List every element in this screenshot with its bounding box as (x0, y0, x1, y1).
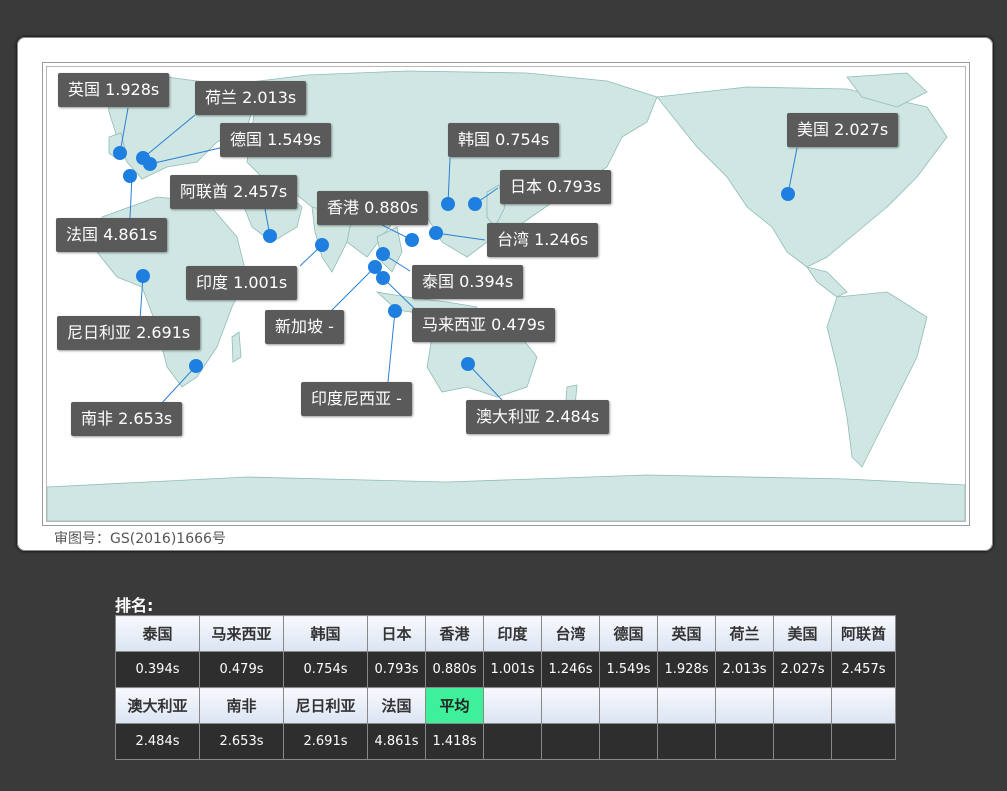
ranking-empty-cell (773, 723, 832, 760)
map-point[interactable] (468, 197, 482, 211)
ranking-empty-cell (831, 723, 896, 760)
ranking-country-cell: 香港 (425, 615, 484, 652)
ranking-country-cell: 日本 (367, 615, 426, 652)
ranking-country-cell: 南非 (199, 687, 284, 724)
ranking-time-cell: 0.394s (115, 651, 200, 688)
label-uk[interactable]: 英国 1.928s (58, 73, 170, 107)
ranking-time-cell: 2.653s (199, 723, 284, 760)
ranking-empty-cell (715, 723, 774, 760)
ranking-time-cell: 0.479s (199, 651, 284, 688)
ranking-row-names-2: 澳大利亚 南非 尼日利亚 法国 平均 (115, 687, 896, 724)
label-hong-kong[interactable]: 香港 0.880s (317, 191, 429, 225)
ranking-row-times-2: 2.484s 2.653s 2.691s 4.861s 1.418s (115, 723, 896, 760)
ranking-country-cell: 平均 (425, 687, 484, 724)
map-point[interactable] (113, 146, 127, 160)
label-france[interactable]: 法国 4.861s (56, 218, 168, 252)
ranking-country-cell: 韩国 (283, 615, 368, 652)
label-australia[interactable]: 澳大利亚 2.484s (466, 400, 610, 434)
map-point[interactable] (136, 269, 150, 283)
ranking-empty-cell (483, 723, 542, 760)
ranking-time-cell: 2.027s (773, 651, 832, 688)
label-malaysia[interactable]: 马来西亚 0.479s (412, 308, 556, 342)
map-point[interactable] (429, 226, 443, 240)
map-point[interactable] (143, 157, 157, 171)
ranking-country-cell: 泰国 (115, 615, 200, 652)
ranking-empty-cell (541, 687, 600, 724)
label-usa[interactable]: 美国 2.027s (787, 113, 899, 147)
ranking-title: 排名: (115, 596, 154, 615)
ranking-time-cell: 2.457s (831, 651, 896, 688)
map-point[interactable] (388, 304, 402, 318)
label-taiwan[interactable]: 台湾 1.246s (487, 223, 599, 257)
ranking-time-cell: 1.928s (657, 651, 716, 688)
ranking-country-cell: 英国 (657, 615, 716, 652)
ranking-country-cell: 德国 (599, 615, 658, 652)
ranking-row-names-1: 泰国 马来西亚 韩国 日本 香港 印度 台湾 德国 英国 荷兰 美国 阿联酋 (115, 615, 896, 652)
ranking-empty-cell (773, 687, 832, 724)
ranking-empty-cell (657, 687, 716, 724)
ranking-empty-cell (599, 687, 658, 724)
ranking-time-cell: 2.013s (715, 651, 774, 688)
ranking-empty-cell (599, 723, 658, 760)
map-point[interactable] (263, 229, 277, 243)
label-netherlands[interactable]: 荷兰 2.013s (195, 81, 307, 115)
map-approval-number: 审图号：GS(2016)1666号 (54, 531, 226, 547)
ranking-table: 泰国 马来西亚 韩国 日本 香港 印度 台湾 德国 英国 荷兰 美国 阿联酋 0.394s 0.479s… (115, 615, 896, 760)
ranking-time-cell: 1.001s (483, 651, 542, 688)
ranking-country-cell: 尼日利亚 (283, 687, 368, 724)
label-indonesia[interactable]: 印度尼西亚 - (301, 382, 412, 416)
label-south-africa[interactable]: 南非 2.653s (71, 402, 183, 436)
ranking-country-cell: 荷兰 (715, 615, 774, 652)
ranking-country-cell: 法国 (367, 687, 426, 724)
ranking-country-cell: 马来西亚 (199, 615, 284, 652)
map-point[interactable] (376, 247, 390, 261)
map-point[interactable] (123, 169, 137, 183)
ranking-row-times-1: 0.394s 0.479s 0.754s 0.793s 0.880s 1.001s 1.24… (115, 651, 896, 688)
map-point[interactable] (405, 233, 419, 247)
ranking-country-cell: 阿联酋 (831, 615, 896, 652)
ranking-empty-cell (831, 687, 896, 724)
label-nigeria[interactable]: 尼日利亚 2.691s (57, 316, 201, 350)
ranking-country-cell: 印度 (483, 615, 542, 652)
ranking-empty-cell (483, 687, 542, 724)
ranking-time-cell: 1.418s (425, 723, 484, 760)
ranking-country-cell: 美国 (773, 615, 832, 652)
map-point[interactable] (441, 197, 455, 211)
ranking-empty-cell (657, 723, 716, 760)
map-point[interactable] (781, 187, 795, 201)
label-germany[interactable]: 德国 1.549s (220, 123, 332, 157)
label-korea[interactable]: 韩国 0.754s (448, 123, 560, 157)
map-point[interactable] (315, 238, 329, 252)
ranking-time-cell: 2.484s (115, 723, 200, 760)
ranking-empty-cell (541, 723, 600, 760)
ranking-time-cell: 0.793s (367, 651, 426, 688)
label-singapore[interactable]: 新加坡 - (265, 310, 344, 344)
ranking-empty-cell (715, 687, 774, 724)
map-point[interactable] (376, 271, 390, 285)
ranking-time-cell: 1.549s (599, 651, 658, 688)
map-point[interactable] (189, 359, 203, 373)
ranking-time-cell: 4.861s (367, 723, 426, 760)
ranking-time-cell: 0.880s (425, 651, 484, 688)
ranking-time-cell: 0.754s (283, 651, 368, 688)
ranking-country-cell: 台湾 (541, 615, 600, 652)
label-thailand[interactable]: 泰国 0.394s (412, 265, 524, 299)
ranking-time-cell: 2.691s (283, 723, 368, 760)
label-uae[interactable]: 阿联酋 2.457s (170, 175, 298, 209)
map-point[interactable] (461, 357, 475, 371)
label-india[interactable]: 印度 1.001s (186, 266, 298, 300)
ranking-time-cell: 1.246s (541, 651, 600, 688)
label-japan[interactable]: 日本 0.793s (500, 170, 612, 204)
ranking-country-cell: 澳大利亚 (115, 687, 200, 724)
